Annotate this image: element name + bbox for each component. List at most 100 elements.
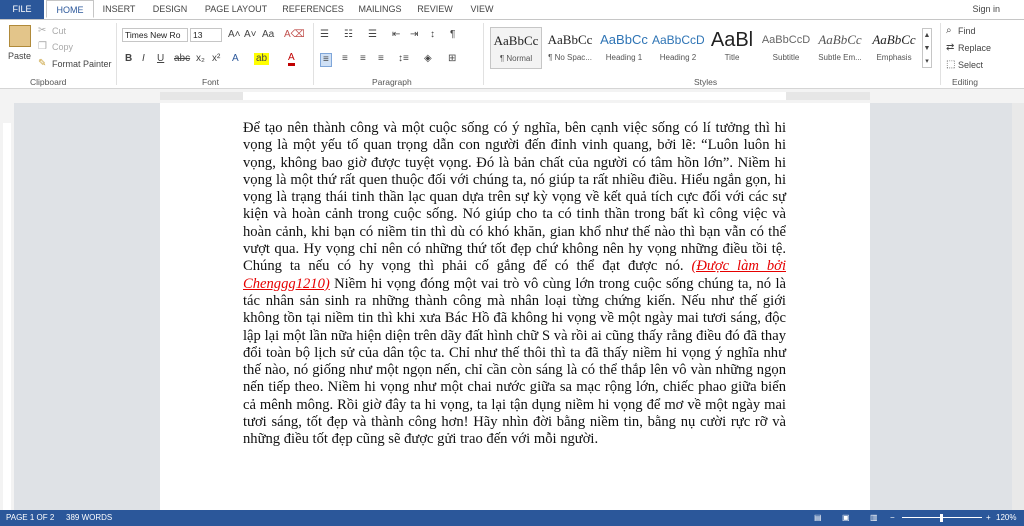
grow-font-icon[interactable]: A˄ — [228, 29, 241, 41]
document-paragraph[interactable]: Để tạo nên thành công và một cuộc sống c… — [243, 120, 786, 449]
style-heading-2[interactable]: AaBbCcD Heading 2 — [652, 27, 704, 69]
align-left-icon[interactable]: ≡ — [320, 53, 332, 67]
format-painter-button[interactable]: Format Painter — [52, 59, 112, 69]
clear-formatting-icon[interactable]: A⌫ — [284, 29, 305, 41]
font-group-label: Font — [202, 77, 220, 87]
find-icon: ⌕ — [946, 25, 952, 36]
style-preview: AaBl — [710, 29, 754, 51]
line-spacing-icon[interactable]: ↕≡ — [398, 53, 409, 65]
paragraph-text: Để tạo nên thành công và một cuộc sống c… — [243, 120, 786, 275]
font-size-select[interactable]: 13 — [190, 28, 222, 42]
vertical-ruler-text-area — [3, 123, 11, 510]
zoom-level[interactable]: 120% — [996, 510, 1016, 526]
style-name: ¶ Normal — [499, 54, 533, 63]
sort-icon[interactable]: ↕ — [430, 29, 435, 41]
group-divider — [483, 23, 484, 85]
styles-group-label: Styles — [694, 77, 718, 87]
shrink-font-icon[interactable]: A˅ — [244, 29, 257, 41]
style-preview: AaBbCc — [493, 33, 539, 48]
style-preview: AaBbCc — [872, 32, 916, 47]
copy-icon: ❐ — [38, 41, 47, 52]
style-name: Title — [724, 53, 740, 62]
style-normal[interactable]: AaBbCc ¶ Normal — [490, 27, 542, 69]
style-heading-1[interactable]: AaBbCc Heading 1 — [598, 27, 650, 69]
style-title[interactable]: AaBl Title — [706, 27, 758, 69]
decrease-indent-icon[interactable]: ⇤ — [392, 29, 400, 41]
increase-indent-icon[interactable]: ⇥ — [410, 29, 418, 41]
ribbon-tab-bar: FILE HOME INSERT DESIGN PAGE LAYOUT REFE… — [0, 0, 1024, 19]
tab-review[interactable]: REVIEW — [410, 0, 460, 19]
vertical-ruler[interactable] — [0, 103, 14, 510]
horizontal-ruler[interactable] — [0, 89, 1024, 103]
shading-icon[interactable]: ◈ — [424, 53, 432, 65]
word-count[interactable]: 389 WORDS — [66, 510, 112, 526]
style-preview: AaBbCc — [818, 32, 862, 47]
style-subtle-emphasis[interactable]: AaBbCc Subtle Em... — [814, 27, 866, 69]
style-name: Heading 2 — [659, 53, 697, 62]
tab-view[interactable]: VIEW — [462, 0, 502, 19]
tab-mailings[interactable]: MAILINGS — [352, 0, 408, 19]
paste-button[interactable]: Paste — [8, 51, 31, 61]
show-formatting-icon[interactable]: ¶ — [450, 29, 455, 41]
superscript-icon[interactable]: x² — [212, 53, 220, 65]
bold-icon[interactable]: B — [125, 53, 132, 65]
page-count[interactable]: PAGE 1 OF 2 — [6, 510, 54, 526]
styles-scroll-icon[interactable]: ▲ ▼ ▾ — [922, 28, 932, 68]
group-divider — [940, 23, 941, 85]
web-layout-icon[interactable]: ▥ — [870, 510, 878, 526]
style-no-spacing[interactable]: AaBbCc ¶ No Spac... — [544, 27, 596, 69]
tab-home[interactable]: HOME — [46, 0, 94, 18]
italic-icon[interactable]: I — [142, 53, 145, 65]
tab-page-layout[interactable]: PAGE LAYOUT — [198, 0, 274, 19]
strikethrough-icon[interactable]: abc — [174, 53, 190, 65]
multilevel-list-icon[interactable]: ☰ — [368, 29, 377, 41]
cut-button[interactable]: Cut — [52, 26, 66, 36]
tab-file[interactable]: FILE — [0, 0, 44, 19]
style-name: ¶ No Spac... — [548, 53, 592, 62]
document-page[interactable]: Để tạo nên thành công và một cuộc sống c… — [160, 103, 870, 510]
format-painter-icon: ✎ — [38, 58, 47, 69]
print-layout-icon[interactable]: ▣ — [842, 510, 850, 526]
font-color-icon[interactable]: A — [288, 53, 295, 66]
highlight-icon[interactable]: ab — [254, 53, 270, 65]
paste-icon[interactable] — [9, 25, 31, 47]
tab-design[interactable]: DESIGN — [144, 0, 196, 19]
find-button[interactable]: Find — [958, 26, 976, 36]
sign-in-link[interactable]: Sign in — [972, 0, 1000, 19]
style-subtitle[interactable]: AaBbCcD Subtitle — [760, 27, 812, 69]
vertical-scrollbar[interactable] — [1012, 103, 1024, 510]
style-name: Heading 1 — [605, 53, 643, 62]
style-name: Emphasis — [876, 53, 912, 62]
borders-icon[interactable]: ⊞ — [448, 53, 456, 65]
replace-button[interactable]: Replace — [958, 43, 991, 53]
replace-icon: ⇄ — [946, 42, 955, 53]
style-preview: AaBbCcD — [652, 33, 704, 47]
bullets-icon[interactable]: ☰ — [320, 29, 329, 41]
align-center-icon[interactable]: ≡ — [342, 53, 348, 65]
group-divider — [313, 23, 314, 85]
zoom-in-icon[interactable]: + — [986, 510, 991, 526]
status-bar: PAGE 1 OF 2 389 WORDS ▤ ▣ ▥ − + 120% — [0, 510, 1024, 526]
style-name: Subtitle — [772, 53, 800, 62]
text-effects-icon[interactable]: A — [232, 53, 239, 65]
zoom-slider-thumb[interactable] — [940, 514, 943, 522]
font-name-select[interactable]: Times New Ro — [122, 28, 188, 42]
style-preview: AaBbCc — [600, 32, 648, 47]
style-emphasis[interactable]: AaBbCc Emphasis — [868, 27, 920, 69]
ribbon-home: Paste ✂ Cut ❐ Copy ✎ Format Painter Clip… — [0, 19, 1024, 89]
justify-icon[interactable]: ≡ — [378, 53, 384, 65]
select-button[interactable]: Select — [958, 60, 983, 70]
align-right-icon[interactable]: ≡ — [360, 53, 366, 65]
read-mode-icon[interactable]: ▤ — [814, 510, 822, 526]
numbering-icon[interactable]: ☷ — [344, 29, 353, 41]
subscript-icon[interactable]: x₂ — [196, 53, 205, 65]
copy-button[interactable]: Copy — [52, 42, 73, 52]
zoom-out-icon[interactable]: − — [890, 510, 895, 526]
clipboard-group-label: Clipboard — [30, 77, 67, 87]
paragraph-group-label: Paragraph — [372, 77, 412, 87]
select-icon: ⬚ — [946, 59, 956, 70]
tab-insert[interactable]: INSERT — [96, 0, 142, 19]
underline-icon[interactable]: U — [157, 53, 164, 65]
tab-references[interactable]: REFERENCES — [276, 0, 350, 19]
change-case-icon[interactable]: Aa — [262, 29, 274, 41]
